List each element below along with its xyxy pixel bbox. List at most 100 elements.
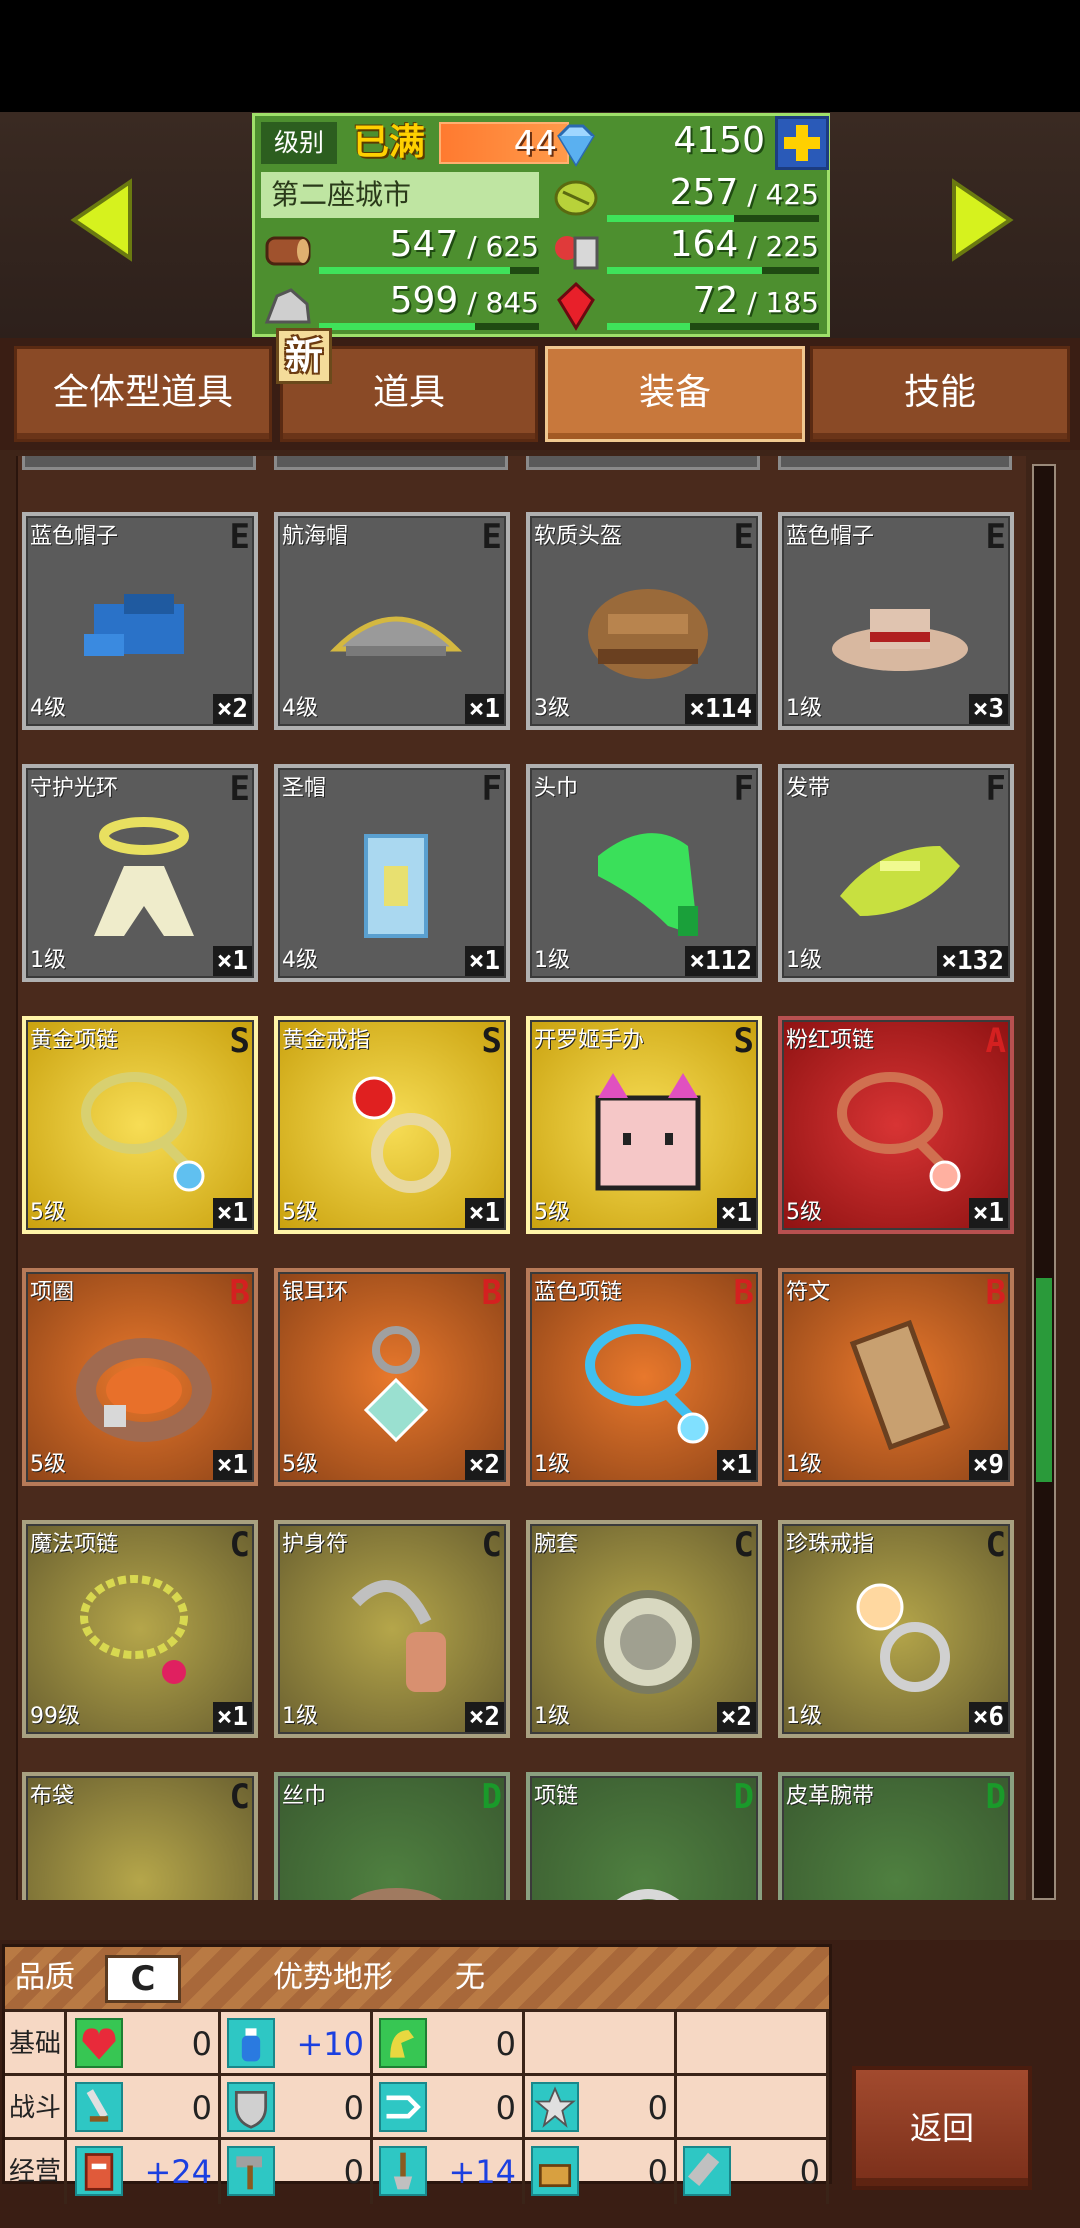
ruby-resource: 72 / 185 xyxy=(549,280,825,332)
item-card[interactable]: 银耳环 B 5级 ×2 xyxy=(274,1268,510,1486)
tab-all-items[interactable]: 全体型道具 xyxy=(14,346,272,442)
holy-hat-icon xyxy=(316,806,476,946)
stat-value: +24 xyxy=(144,2153,212,2191)
item-card[interactable]: 项链 D xyxy=(526,1772,762,1900)
blue-cap-icon xyxy=(64,554,224,694)
item-name: 魔法项链 xyxy=(30,1532,119,1557)
stat-value: 0 xyxy=(799,2153,820,2191)
star-icon xyxy=(531,2082,579,2132)
diamond-icon xyxy=(549,120,603,172)
stat-cell xyxy=(677,2076,829,2140)
add-gems-button[interactable] xyxy=(775,116,829,170)
item-name: 丝巾 xyxy=(282,1784,327,1809)
equipment-grid: 蓝色帽子 E 4级 ×2 航海帽 E 4级 ×1 软质头盔 E 3级 ×114 蓝色帽子 E 1级 ×3 守护光… xyxy=(16,456,1026,1900)
scrollbar-track[interactable] xyxy=(1032,464,1056,1900)
halo-icon xyxy=(64,806,224,946)
item-level: 5级 xyxy=(786,1200,822,1225)
tab-equipment[interactable]: 装备 xyxy=(545,346,805,442)
ruby-icon xyxy=(549,280,603,332)
card-stub xyxy=(526,456,760,470)
item-card[interactable]: 航海帽 E 4级 ×1 xyxy=(274,512,510,730)
stat-cell: 0 xyxy=(221,2076,373,2140)
item-card[interactable]: 魔法项链 C 99级 ×1 xyxy=(22,1520,258,1738)
back-button[interactable]: 返回 xyxy=(852,2066,1032,2190)
stat-value: +10 xyxy=(296,2025,364,2063)
stat-cell xyxy=(525,2012,677,2076)
food-bar xyxy=(607,267,819,274)
cloth-bag-icon xyxy=(64,1814,224,1900)
item-card[interactable]: 黄金戒指 S 5级 ×1 xyxy=(274,1016,510,1234)
item-name: 皮革腕带 xyxy=(786,1784,875,1809)
item-card[interactable]: 守护光环 E 1级 ×1 xyxy=(22,764,258,982)
item-name: 发带 xyxy=(786,776,831,801)
item-card[interactable]: 软质头盔 E 3级 ×114 xyxy=(526,512,762,730)
item-quantity: ×9 xyxy=(968,1450,1008,1480)
item-level: 5级 xyxy=(534,1200,570,1225)
scrollbar-thumb[interactable] xyxy=(1036,1278,1052,1482)
stat-value: 0 xyxy=(343,2153,364,2191)
plus-icon xyxy=(784,125,820,161)
item-card[interactable]: 头巾 F 1级 ×112 xyxy=(526,764,762,982)
item-quantity: ×3 xyxy=(968,694,1008,724)
stat-cell: 0 xyxy=(221,2140,373,2204)
wood-icon xyxy=(261,224,315,276)
item-level: 3级 xyxy=(534,696,570,721)
item-grade: F xyxy=(985,769,1006,809)
item-card[interactable]: 黄金项链 S 5级 ×1 xyxy=(22,1016,258,1234)
stat-row-label: 战斗 xyxy=(9,2076,67,2140)
stat-cell: +24 xyxy=(69,2140,221,2204)
stat-value: 0 xyxy=(495,2025,516,2063)
item-name: 黄金戒指 xyxy=(282,1028,371,1053)
item-quantity: ×1 xyxy=(212,946,252,976)
item-grade: E xyxy=(229,517,250,557)
ore-resource: 599 / 845 xyxy=(261,280,545,332)
tab-skills[interactable]: 技能 xyxy=(810,346,1070,442)
quality-value: C xyxy=(105,1955,181,2003)
item-card[interactable]: 护身符 C 1级 ×2 xyxy=(274,1520,510,1738)
item-name: 航海帽 xyxy=(282,524,349,549)
card-stub xyxy=(778,456,1012,470)
item-card[interactable]: 皮革腕带 D xyxy=(778,1772,1014,1900)
item-quantity: ×2 xyxy=(464,1702,504,1732)
item-name: 珍珠戒指 xyxy=(786,1532,875,1557)
item-card[interactable]: 蓝色项链 B 1级 ×1 xyxy=(526,1268,762,1486)
food-icon xyxy=(549,224,603,276)
item-card[interactable]: 珍珠戒指 C 1级 ×6 xyxy=(778,1520,1014,1738)
item-grade: E xyxy=(229,769,250,809)
item-info-panel: 品质 C 优势地形 无 基础 0 +10 0 战斗 0 0 0 0 经营 +24 0 +14 0 0 xyxy=(2,1944,832,2204)
next-city-arrow-icon[interactable] xyxy=(950,178,1014,262)
item-card[interactable]: 粉红项链 A 5级 ×1 xyxy=(778,1016,1014,1234)
item-quantity: ×132 xyxy=(937,946,1008,976)
item-grade: B xyxy=(733,1273,754,1313)
stat-cell: 0 xyxy=(525,2076,677,2140)
item-name: 蓝色项链 xyxy=(534,1280,623,1305)
item-card[interactable]: 丝巾 D xyxy=(274,1772,510,1900)
card-stub xyxy=(22,456,256,470)
item-card[interactable]: 发带 F 1级 ×132 xyxy=(778,764,1014,982)
prev-city-arrow-icon[interactable] xyxy=(70,178,134,262)
item-level: 5级 xyxy=(282,1452,318,1477)
item-grade: D xyxy=(733,1777,754,1817)
item-card[interactable]: 圣帽 F 4级 ×1 xyxy=(274,764,510,982)
item-card[interactable]: 蓝色帽子 E 1级 ×3 xyxy=(778,512,1014,730)
wristband-icon xyxy=(568,1562,728,1702)
item-level: 1级 xyxy=(534,1452,570,1477)
speed-icon xyxy=(379,2082,427,2132)
item-quantity: ×112 xyxy=(685,946,756,976)
item-card[interactable]: 项圈 B 5级 ×1 xyxy=(22,1268,258,1486)
item-grade: D xyxy=(985,1777,1006,1817)
stat-row-label: 基础 xyxy=(9,2012,67,2076)
item-level: 4级 xyxy=(282,948,318,973)
gold-ring-icon xyxy=(316,1058,476,1198)
item-card[interactable]: 开罗姬手办 S 5级 ×1 xyxy=(526,1016,762,1234)
ore-icon xyxy=(261,280,315,332)
item-card[interactable]: 蓝色帽子 E 4级 ×2 xyxy=(22,512,258,730)
rune-icon xyxy=(820,1310,980,1451)
item-grade: S xyxy=(733,1021,754,1061)
item-card[interactable]: 符文 B 1级 ×9 xyxy=(778,1268,1014,1486)
stat-value: +14 xyxy=(448,2153,516,2191)
item-level: 1级 xyxy=(786,948,822,973)
item-card[interactable]: 布袋 C xyxy=(22,1772,258,1900)
item-card[interactable]: 腕套 C 1级 ×2 xyxy=(526,1520,762,1738)
item-grade: C xyxy=(229,1525,250,1565)
